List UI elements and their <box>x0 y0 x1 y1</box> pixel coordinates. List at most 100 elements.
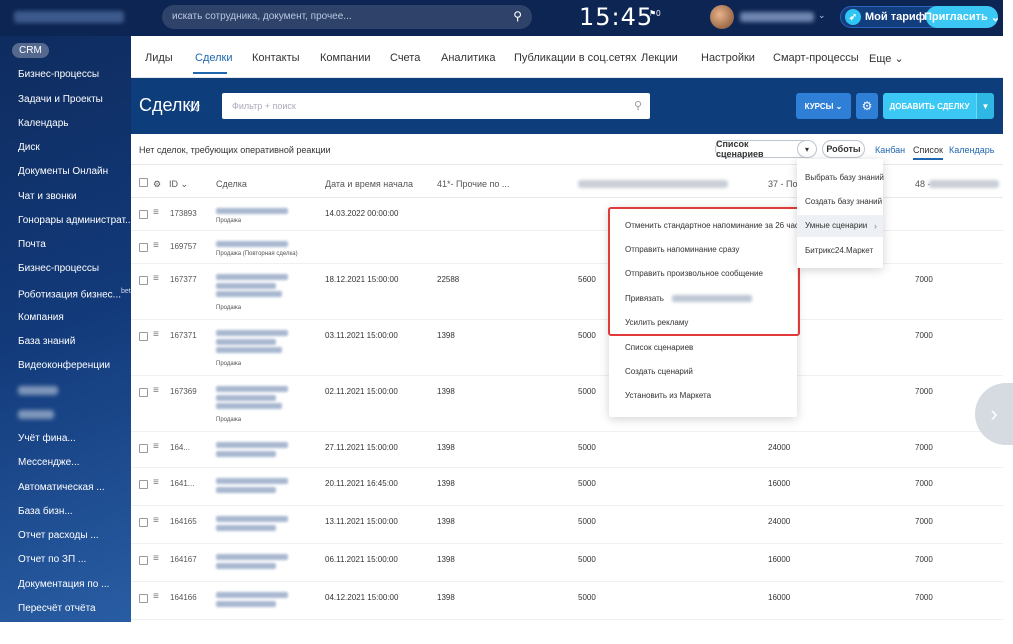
tab-analytics[interactable]: Аналитика <box>441 52 495 64</box>
row-id[interactable]: 167369 <box>170 387 197 396</box>
sidebar-item[interactable]: Бизнес-процессы <box>18 263 99 274</box>
add-deal-dropdown-icon[interactable]: ▼ <box>976 93 994 119</box>
row-checkbox[interactable] <box>139 594 148 603</box>
deal-name-blurred[interactable] <box>216 274 288 280</box>
menu-item-install-market[interactable]: Установить из Маркета <box>625 391 711 400</box>
chevron-down-icon[interactable]: ▾ <box>797 140 817 158</box>
row-id[interactable]: 169757 <box>170 242 197 251</box>
tab-settings[interactable]: Настройки <box>701 52 755 64</box>
avatar[interactable] <box>710 5 734 29</box>
filter-search-input[interactable]: Фильтр + поиск ⚲ <box>222 93 650 119</box>
deal-name-blurred[interactable] <box>216 592 288 598</box>
clock[interactable]: 15:45 <box>579 3 653 31</box>
table-row[interactable]: ≡ 164165 13.11.2021 15:00:00 1398 5000 24000 7… <box>131 506 1003 544</box>
row-id[interactable]: 167371 <box>170 331 197 340</box>
submenu-smart-scenarios[interactable]: Умные сценарии › <box>797 215 883 237</box>
row-checkbox[interactable] <box>139 276 148 285</box>
sidebar-item[interactable]: Компания <box>18 312 64 323</box>
flag-icon[interactable]: ⚑0 <box>649 9 661 18</box>
sidebar-item[interactable]: Документы Онлайн <box>18 166 108 177</box>
sidebar-item[interactable]: Видеоконференции <box>18 360 110 371</box>
table-row[interactable]: ≡ 167369 Продажа 02.11.2021 15:00:00 1398 500… <box>131 376 1003 432</box>
row-checkbox[interactable] <box>139 210 148 219</box>
table-row[interactable]: ≡ 167377 Продажа 18.12.2021 15:00:00 22588 56… <box>131 264 1003 320</box>
view-kanban[interactable]: Канбан <box>875 145 905 155</box>
deal-name-blurred[interactable] <box>216 516 288 522</box>
menu-item-scenario-list[interactable]: Список сценариев <box>625 343 693 352</box>
sidebar-item[interactable]: База знаний <box>18 336 75 347</box>
row-menu-icon[interactable]: ≡ <box>153 207 159 218</box>
tab-leads[interactable]: Лиды <box>145 52 173 64</box>
tab-deals[interactable]: Сделки <box>195 52 233 64</box>
view-calendar[interactable]: Календарь <box>949 145 994 155</box>
table-row[interactable]: ≡ 1641... 20.11.2021 16:45:00 1398 5000 16000… <box>131 468 1003 506</box>
table-row[interactable]: ≡ 167371 Продажа 03.11.2021 15:00:00 1398 500… <box>131 320 1003 376</box>
sidebar-item[interactable]: Отчет по ЗП ... <box>18 554 86 565</box>
column-41[interactable]: 41*- Прочие по ... <box>437 179 509 189</box>
row-checkbox[interactable] <box>139 388 148 397</box>
row-checkbox[interactable] <box>139 556 148 565</box>
sidebar-item[interactable]: Учёт фина... <box>18 433 76 444</box>
sidebar-item[interactable]: Задачи и Проекты <box>18 94 103 105</box>
row-id[interactable]: 164... <box>170 443 190 452</box>
sidebar-item[interactable]: Календарь <box>18 118 68 129</box>
sidebar-item[interactable]: Автоматическая ... <box>18 482 105 493</box>
row-id[interactable]: 164165 <box>170 517 197 526</box>
row-id[interactable]: 164167 <box>170 555 197 564</box>
tab-smart-processes[interactable]: Смарт-процессы <box>773 52 859 64</box>
sidebar-item[interactable]: Мессендже... <box>18 457 80 468</box>
row-id[interactable]: 164166 <box>170 593 197 602</box>
tab-companies[interactable]: Компании <box>320 52 371 64</box>
row-checkbox[interactable] <box>139 243 148 252</box>
sidebar-item[interactable]: Гонорары администрат... <box>18 215 133 226</box>
view-list[interactable]: Список <box>913 145 943 160</box>
row-checkbox[interactable] <box>139 480 148 489</box>
select-all-checkbox[interactable] <box>139 178 148 187</box>
sidebar-item[interactable]: Почта <box>18 239 46 250</box>
row-menu-icon[interactable]: ≡ <box>153 477 159 488</box>
sidebar-item[interactable]: Документация по ... <box>18 579 109 590</box>
submenu-choose-kb[interactable]: Выбрать базу знаний <box>805 173 884 182</box>
sidebar-item[interactable]: Диск <box>18 142 40 153</box>
deal-name-blurred[interactable] <box>216 478 288 484</box>
row-id[interactable]: 1641... <box>170 479 194 488</box>
tab-social-posts[interactable]: Публикации в соц.сетях <box>514 52 636 64</box>
sidebar-item[interactable]: Пересчёт отчёта <box>18 603 96 614</box>
deal-name-blurred[interactable] <box>216 386 288 392</box>
deal-name-blurred[interactable] <box>216 554 288 560</box>
search-input[interactable]: искать сотрудника, документ, прочее... ⚲ <box>162 5 532 29</box>
row-id[interactable]: 167377 <box>170 275 197 284</box>
tab-invoices[interactable]: Счета <box>390 52 420 64</box>
star-icon[interactable]: ☆ <box>187 97 201 117</box>
row-checkbox[interactable] <box>139 518 148 527</box>
menu-item-create-scenario[interactable]: Создать сценарий <box>625 367 693 376</box>
sidebar-item-blurred[interactable] <box>18 410 54 419</box>
deal-name-blurred[interactable] <box>216 442 288 448</box>
search-icon[interactable]: ⚲ <box>634 99 642 112</box>
row-checkbox[interactable] <box>139 444 148 453</box>
row-menu-icon[interactable]: ≡ <box>153 441 159 452</box>
courses-button[interactable]: КУРСЫ ⌄ <box>796 93 851 119</box>
row-menu-icon[interactable]: ≡ <box>153 553 159 564</box>
sidebar-item-blurred[interactable] <box>18 386 58 395</box>
row-menu-icon[interactable]: ≡ <box>153 273 159 284</box>
sidebar-item[interactable]: Роботизация бизнес...beta <box>18 288 135 300</box>
row-menu-icon[interactable]: ≡ <box>153 240 159 251</box>
row-menu-icon[interactable]: ≡ <box>153 515 159 526</box>
submenu-market[interactable]: Битрикс24.Маркет <box>805 246 873 255</box>
add-deal-button[interactable]: ДОБАВИТЬ СДЕЛКУ <box>883 93 976 119</box>
table-row[interactable]: ≡ 164... 27.11.2021 15:00:00 1398 5000 24000 7… <box>131 432 1003 468</box>
table-row[interactable]: ≡164...11.12.2021 15:00:001398 <box>131 620 1003 622</box>
gear-icon[interactable]: ⚙ <box>856 93 878 119</box>
sidebar-item-crm[interactable]: CRM <box>12 43 49 58</box>
sidebar-item[interactable]: База бизн... <box>18 506 73 517</box>
deal-name-blurred[interactable] <box>216 208 288 214</box>
tab-contacts[interactable]: Контакты <box>252 52 300 64</box>
robots-button[interactable]: Роботы <box>822 140 865 158</box>
tab-lectures[interactable]: Лекции <box>641 52 678 64</box>
invite-button[interactable]: Пригласить ⌄ <box>924 6 1000 28</box>
deal-name-blurred[interactable] <box>216 330 288 336</box>
row-menu-icon[interactable]: ≡ <box>153 329 159 340</box>
row-id[interactable]: 173893 <box>170 209 197 218</box>
sidebar-item[interactable]: Отчет расходы ... <box>18 530 99 541</box>
